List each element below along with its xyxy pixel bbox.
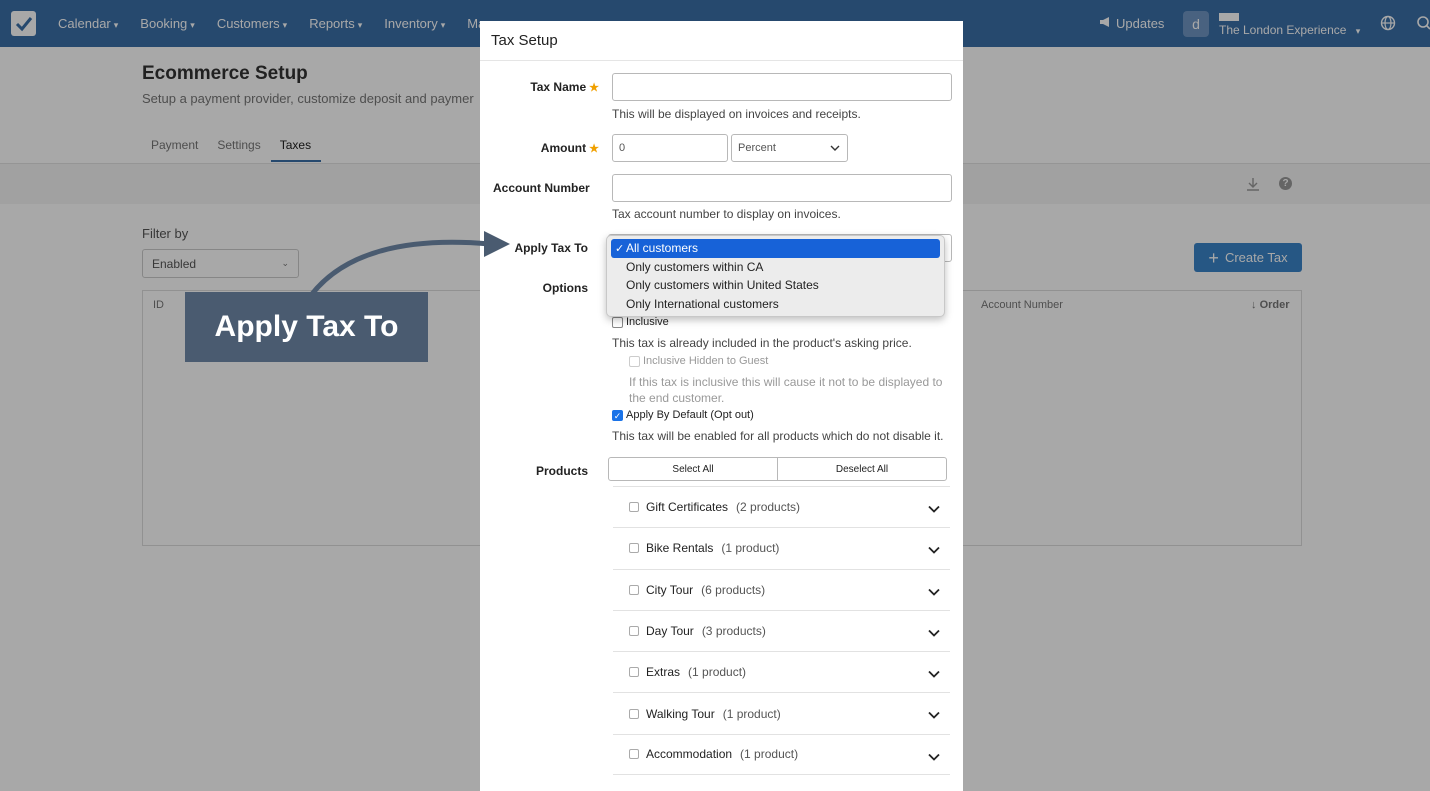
select-all-button[interactable]: Select All: [609, 458, 778, 480]
modal-title: Tax Setup: [480, 21, 963, 61]
account-number-help: Tax account number to display on invoice…: [612, 207, 841, 221]
amount-label-text: Amount: [540, 141, 587, 155]
product-group-name: Day Tour: [646, 624, 694, 639]
annotation-callout: Apply Tax To: [185, 292, 428, 362]
apply-by-default-checkbox-row[interactable]: ✓ Apply By Default (Opt out): [612, 409, 754, 421]
inclusive-checkbox-row[interactable]: Inclusive: [612, 316, 669, 328]
inclusive-hidden-label: Inclusive Hidden to Guest: [643, 355, 769, 367]
product-group-row[interactable]: City Tour (6 products): [613, 568, 950, 610]
product-group-count: (1 product): [722, 706, 781, 721]
inclusive-help: This tax is already included in the prod…: [612, 336, 912, 350]
apply-tax-to-dropdown: ✓ All customers Only customers within CA…: [606, 235, 945, 317]
amount-unit-select[interactable]: Percent: [731, 134, 848, 162]
product-group-checkbox[interactable]: [629, 708, 639, 719]
apply-tax-to-option[interactable]: Only customers within United States: [611, 276, 940, 295]
annotation-arrow-icon: [310, 231, 510, 296]
inclusive-hidden-checkbox[interactable]: [629, 355, 640, 367]
apply-tax-to-option[interactable]: Only International customers: [611, 295, 940, 314]
required-star-icon: ★: [589, 82, 599, 94]
chevron-down-icon[interactable]: [928, 502, 940, 516]
apply-by-default-label: Apply By Default (Opt out): [626, 409, 754, 421]
product-group-row[interactable]: Accommodation (1 product): [613, 733, 950, 776]
product-group-checkbox[interactable]: [629, 626, 639, 637]
apply-by-default-checkbox[interactable]: ✓: [612, 409, 623, 421]
product-group-name: City Tour: [646, 582, 694, 597]
products-select-buttons: Select All Deselect All: [608, 457, 947, 481]
product-group-count: (2 products): [736, 500, 801, 515]
inclusive-hidden-help-line2: the end customer.: [629, 391, 725, 405]
chevron-down-icon[interactable]: [928, 543, 940, 557]
checkmark-icon: ✓: [615, 242, 625, 255]
product-group-checkbox[interactable]: [629, 749, 639, 760]
products-label: Products: [535, 464, 588, 478]
product-group-checkbox[interactable]: [629, 584, 639, 595]
apply-tax-to-option-label: All customers: [626, 241, 699, 256]
chevron-down-icon: [830, 143, 840, 155]
tax-name-input[interactable]: [612, 73, 952, 101]
product-group-row[interactable]: Gift Certificates (2 products): [613, 486, 950, 527]
product-group-name: Accommodation: [646, 747, 733, 762]
product-group-count: (3 products): [701, 624, 766, 639]
chevron-down-icon[interactable]: [928, 750, 940, 764]
amount-unit-value: Percent: [738, 142, 776, 154]
tax-setup-modal: Tax Setup Tax Name ★ This will be display…: [480, 21, 963, 791]
inclusive-label: Inclusive: [626, 316, 669, 328]
account-number-label: Account Number: [493, 181, 590, 195]
product-group-row[interactable]: Bike Rentals (1 product): [613, 527, 950, 568]
inclusive-checkbox[interactable]: [612, 316, 623, 328]
product-group-name: Bike Rentals: [646, 541, 714, 556]
tax-name-label: Tax Name ★: [480, 80, 599, 94]
product-group-row[interactable]: Walking Tour (1 product): [613, 692, 950, 733]
deselect-all-button[interactable]: Deselect All: [778, 458, 946, 480]
product-group-checkbox[interactable]: [629, 502, 639, 513]
chevron-down-icon[interactable]: [928, 708, 940, 722]
required-star-icon: ★: [589, 143, 599, 155]
tax-name-label-text: Tax Name: [530, 80, 587, 94]
inclusive-hidden-help-line1: If this tax is inclusive this will cause…: [629, 375, 943, 389]
product-group-name: Extras: [646, 665, 681, 680]
product-group-name: Walking Tour: [646, 706, 715, 721]
product-group-count: (1 product): [721, 541, 780, 556]
products-list: Gift Certificates (2 products) Bike Rent…: [613, 486, 950, 776]
product-group-row[interactable]: Day Tour (3 products): [613, 609, 950, 651]
product-group-count: (1 product): [688, 665, 747, 680]
product-group-count: (6 products): [701, 582, 766, 597]
product-group-checkbox[interactable]: [629, 667, 639, 678]
chevron-down-icon[interactable]: [928, 626, 940, 640]
apply-tax-to-option[interactable]: ✓ All customers: [611, 239, 940, 258]
product-group-name: Gift Certificates: [646, 500, 729, 515]
amount-input[interactable]: 0: [612, 134, 728, 162]
tax-name-help: This will be displayed on invoices and r…: [612, 107, 861, 121]
inclusive-hidden-checkbox-row[interactable]: Inclusive Hidden to Guest: [629, 355, 768, 367]
product-group-checkbox[interactable]: [629, 543, 639, 554]
chevron-down-icon[interactable]: [928, 667, 940, 681]
apply-by-default-help: This tax will be enabled for all product…: [612, 429, 944, 443]
account-number-input[interactable]: [612, 174, 952, 202]
apply-tax-to-option[interactable]: Only customers within CA: [611, 258, 940, 277]
amount-label: Amount ★: [480, 141, 599, 155]
product-group-row[interactable]: Extras (1 product): [613, 651, 950, 692]
chevron-down-icon[interactable]: [928, 585, 940, 599]
product-group-count: (1 product): [740, 747, 799, 762]
